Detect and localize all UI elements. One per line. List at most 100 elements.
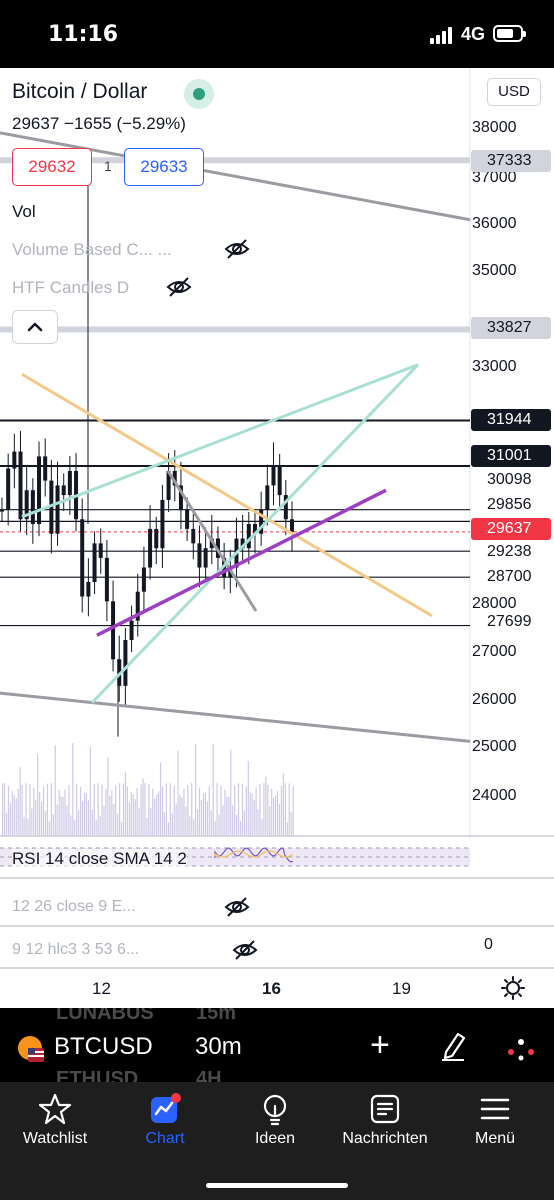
volume-bar — [249, 792, 251, 835]
volume-bar — [202, 793, 205, 835]
price-axis-label: 24000 — [472, 787, 517, 804]
ghost-interval: 4H — [196, 1068, 222, 1082]
volume-bar — [273, 797, 275, 835]
add-icon[interactable]: + — [370, 1028, 390, 1062]
settings-gear-icon[interactable] — [500, 975, 526, 1001]
eye-off-icon[interactable] — [166, 276, 192, 298]
volume-bar — [179, 795, 181, 835]
candle-body — [18, 451, 23, 520]
price-change: 29637 −1655 (−5.29%) — [12, 114, 186, 134]
volume-bar — [124, 771, 127, 835]
level-tag[interactable]: 30098 — [471, 469, 551, 491]
level-tag[interactable]: 31944 — [471, 409, 551, 431]
volume-bar — [237, 783, 240, 835]
volume-bar — [99, 815, 101, 835]
volume-bar — [111, 790, 113, 835]
sell-button[interactable]: 29632 — [12, 148, 92, 186]
tab-menu[interactable]: Menü — [440, 1092, 550, 1148]
interval-selector[interactable]: 30m — [195, 1033, 242, 1061]
volume-bar — [85, 793, 88, 835]
volume-bar — [119, 783, 121, 835]
time-axis-label: 19 — [392, 979, 411, 998]
volume-bar — [259, 783, 261, 835]
volume-bar — [97, 783, 99, 835]
volume-bar — [42, 786, 45, 835]
volume-bar — [216, 783, 218, 835]
level-tag[interactable]: 31001 — [471, 445, 551, 467]
level-tag[interactable]: 29238 — [471, 541, 551, 563]
volume-bar — [234, 785, 236, 835]
eye-off-icon[interactable] — [224, 238, 250, 260]
volume-bar — [212, 743, 214, 835]
candle-body — [148, 528, 153, 568]
tab-label: Ideen — [254, 1130, 296, 1147]
volume-bar — [64, 789, 66, 835]
drawing-tool-icon[interactable] — [438, 1030, 468, 1062]
volume-bar — [128, 802, 130, 835]
eye-off-icon[interactable] — [232, 939, 258, 961]
currency-button[interactable]: USD — [487, 78, 541, 106]
time-axis-label: 16 — [262, 979, 281, 998]
volume-bar — [105, 789, 107, 835]
signal-icon — [430, 26, 456, 44]
macd-indicator-label[interactable]: 12 26 close 9 E... — [12, 898, 136, 916]
volume-bar — [15, 798, 17, 835]
tab-ideas[interactable]: Ideen — [220, 1092, 330, 1148]
level-tag[interactable]: 28700 — [471, 566, 551, 588]
volume-bar — [245, 786, 247, 835]
level-tag[interactable]: 37333 — [471, 150, 551, 172]
volume-bar — [243, 810, 245, 835]
indicators-icon[interactable] — [506, 1036, 536, 1062]
candle-body — [0, 509, 4, 512]
candle-body — [197, 543, 202, 568]
volume-bar — [83, 792, 86, 835]
volume-bar — [185, 806, 187, 835]
symbol-selector[interactable]: BTCUSD — [54, 1033, 153, 1061]
volume-bar — [206, 801, 208, 835]
volume-bar — [2, 783, 4, 835]
level-tag[interactable]: 33827 — [471, 317, 551, 339]
candle-body — [290, 519, 294, 532]
volume-bar — [91, 809, 93, 835]
tab-watchlist[interactable]: Watchlist — [0, 1092, 110, 1148]
volume-bar — [278, 803, 281, 835]
volume-bar — [232, 805, 234, 835]
volume-bar — [226, 796, 228, 835]
volume-bar — [60, 796, 62, 835]
kdj-indicator-label[interactable]: 9 12 hlc3 3 53 6... — [12, 941, 139, 959]
volume-bar — [163, 812, 166, 835]
volume-bar — [31, 808, 33, 835]
network-type: 4G — [461, 24, 486, 44]
volume-bar — [7, 785, 10, 835]
candle-body — [265, 485, 270, 510]
chart-area[interactable]: Bitcoin / Dollar 29637 −1655 (−5.29%) 29… — [0, 68, 554, 1008]
tab-chart[interactable]: Chart — [110, 1092, 220, 1148]
volume-bar — [257, 809, 259, 835]
indicator-htf-candles[interactable]: HTF Candles D — [12, 278, 129, 298]
rsi-indicator-label[interactable]: RSI 14 close SMA 14 2 — [12, 849, 187, 869]
volume-bar — [39, 792, 41, 835]
volume-bar — [37, 753, 39, 835]
level-tag[interactable]: 29856 — [471, 494, 551, 516]
level-tag[interactable]: 27699 — [471, 611, 551, 633]
volume-bar — [218, 814, 220, 835]
volume-bar — [134, 799, 136, 835]
collapse-legend-button[interactable] — [12, 310, 58, 344]
trend-line-teal — [90, 363, 420, 704]
volume-bar — [154, 798, 156, 835]
volume-bar — [27, 818, 29, 835]
eye-off-icon[interactable] — [224, 896, 250, 918]
indicator-vol[interactable]: Vol — [12, 202, 36, 222]
last-price-tag[interactable]: 29637 — [471, 518, 551, 540]
tab-news[interactable]: Nachrichten — [330, 1092, 440, 1148]
volume-bar — [280, 785, 283, 835]
volume-bar — [275, 795, 277, 835]
indicator-volume-based[interactable]: Volume Based C... ... — [12, 240, 172, 260]
candle-body — [67, 470, 72, 496]
price-axis-label: 35000 — [472, 262, 517, 279]
tab-label: Nachrichten — [342, 1130, 428, 1147]
volume-bar — [267, 784, 269, 835]
volume-bar — [173, 785, 175, 835]
price-axis-label: 36000 — [472, 215, 517, 232]
buy-button[interactable]: 29633 — [124, 148, 204, 186]
